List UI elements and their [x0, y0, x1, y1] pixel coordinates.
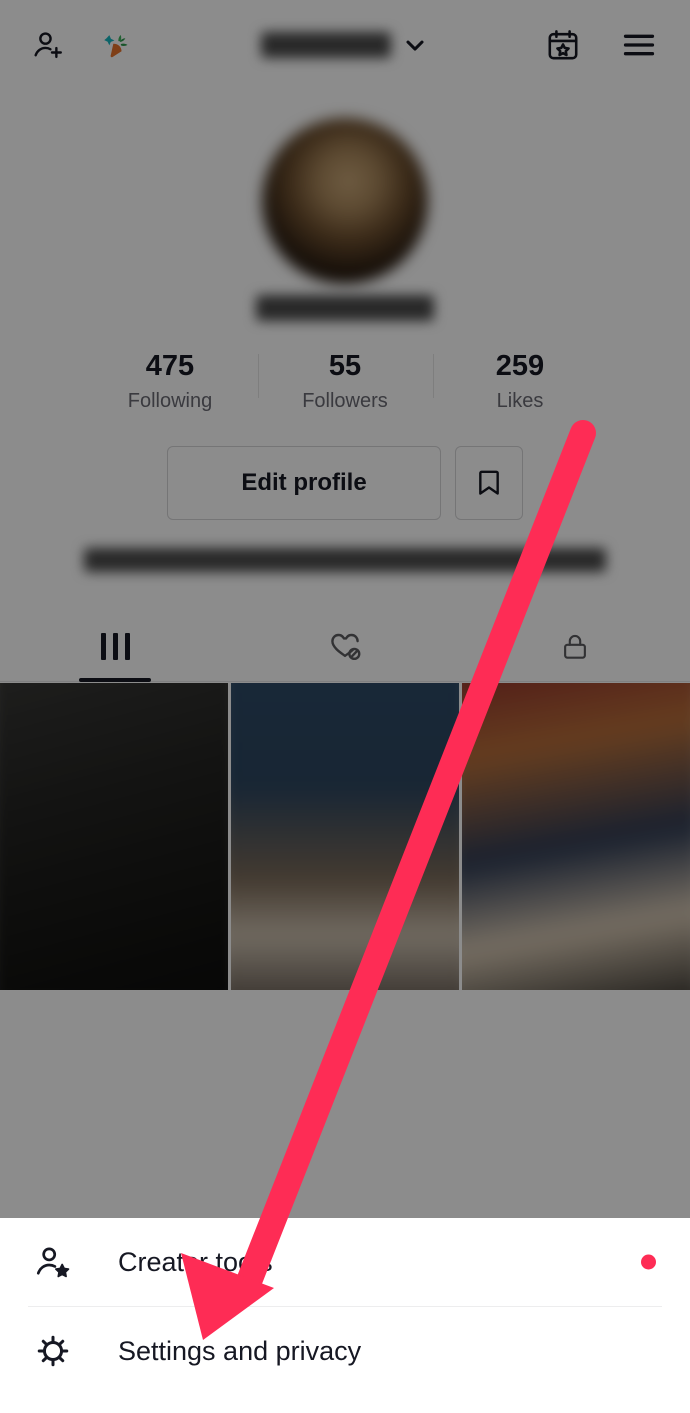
modal-scrim[interactable]	[0, 0, 690, 1218]
profile-bottom-sheet: Creator tools Settings and privacy	[0, 1218, 690, 1413]
menu-item-label: Settings and privacy	[118, 1335, 362, 1366]
menu-item-creator-tools[interactable]: Creator tools	[0, 1218, 690, 1306]
notification-badge-dot	[641, 1254, 656, 1270]
menu-item-settings-and-privacy[interactable]: Settings and privacy	[0, 1307, 690, 1395]
phone-screen: 475 Following 55 Followers 259 Likes Edi…	[0, 0, 690, 1413]
menu-item-label: Creator tools	[118, 1246, 273, 1277]
gear-icon	[30, 1332, 76, 1370]
person-star-icon	[30, 1243, 76, 1281]
